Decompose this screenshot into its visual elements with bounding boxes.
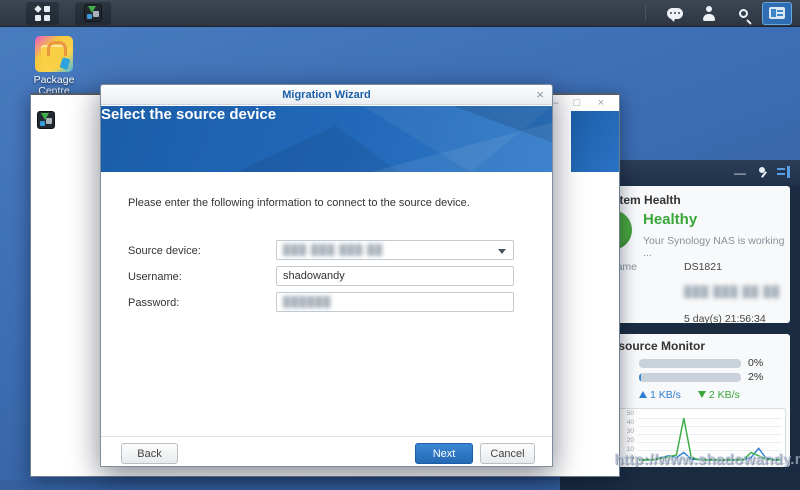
password-field[interactable]: ██████ [276,292,514,312]
password-label: Password: [128,297,179,309]
migration-assistant-tray-button[interactable] [75,2,111,25]
chat-bubble-icon [667,8,683,19]
taskbar-separator [645,5,646,21]
username-label: Username: [128,271,182,283]
upload-speed: 1 KB/s [650,389,681,401]
dialog-title: Migration Wizard [101,85,552,105]
chevron-down-icon [498,249,506,254]
user-menu-button[interactable] [694,2,724,25]
step-heading: Select the source device [101,106,552,172]
source-device-value: ███ ███ ███ ██ [283,245,383,256]
migration-assistant-icon [84,4,102,22]
ram-usage-bar [639,373,741,382]
window-banner-sliver [571,111,619,172]
package-center-icon [35,36,73,72]
main-menu-icon [35,6,50,21]
dialog-footer: Back Next Cancel [101,436,552,466]
dialog-banner: Select the source device [101,106,552,172]
back-button[interactable]: Back [121,443,178,464]
next-button[interactable]: Next [415,443,473,464]
dialog-close-icon[interactable]: × [536,85,544,105]
uptime-value: 5 day(s) 21:56:34 [684,313,766,323]
ram-usage-percent: 2% [748,371,763,383]
window-maximize-button[interactable]: □ [565,97,589,109]
password-value: ██████ [283,297,332,308]
taskbar [0,0,800,27]
migration-wizard-dialog: Migration Wizard × Select the source dev… [100,84,553,467]
package-center-shortcut[interactable]: Package Centre [22,36,86,97]
taskbar-right [635,0,800,26]
pin-icon[interactable] [756,166,772,180]
main-menu-button[interactable] [26,2,59,25]
source-device-label: Source device: [128,245,201,257]
notifications-button[interactable] [660,2,690,25]
network-traffic: 1 KB/s 2 KB/s [639,389,740,401]
health-description: Your Synology NAS is working ... [643,235,790,259]
download-arrow-icon [698,391,706,398]
download-speed: 2 KB/s [709,389,740,401]
instruction-text: Please enter the following information t… [128,197,470,209]
window-app-icon [37,111,55,129]
health-status: Healthy [643,211,697,228]
chart-lines [638,411,782,461]
upload-arrow-icon [639,391,647,398]
search-button[interactable] [728,2,758,25]
chart-plot-area [638,411,782,461]
widgets-icon [769,7,785,19]
panel-minimize-button[interactable]: — [732,166,748,180]
widgets-button[interactable] [762,2,792,25]
source-device-dropdown[interactable]: ███ ███ ███ ██ [276,240,514,260]
user-icon [702,6,716,21]
dialog-titlebar[interactable]: Migration Wizard × [101,85,552,105]
cancel-button[interactable]: Cancel [480,443,535,464]
panel-dock-icon[interactable] [777,166,791,178]
cpu-usage-bar [639,359,741,368]
cpu-usage-percent: 0% [748,357,763,369]
server-name-value: DS1821 [684,261,722,273]
window-close-button[interactable]: × [589,97,613,109]
username-field[interactable] [276,266,514,286]
ram-usage-fill [639,373,641,382]
search-icon [739,9,748,18]
ip-address-value: ███ ███ ██ ██ [684,286,780,298]
